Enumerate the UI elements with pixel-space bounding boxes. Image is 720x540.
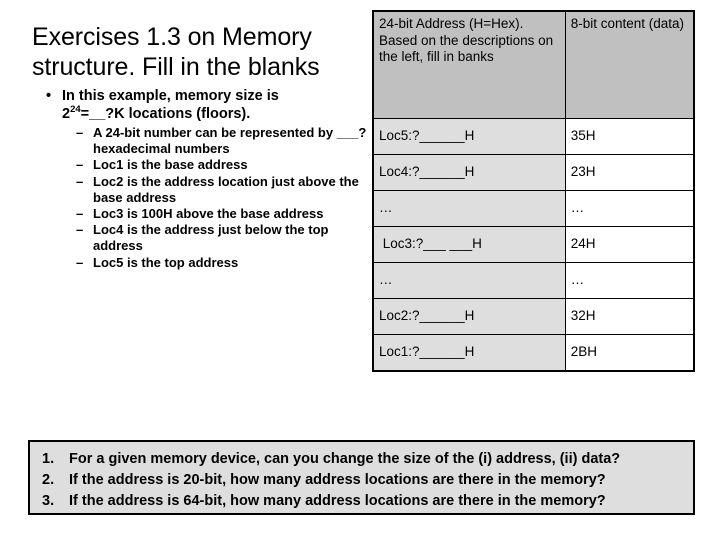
questions-list: 1. For a given memory device, can you ch… [42, 449, 693, 512]
cell-address: Loc2:?______H [372, 298, 566, 335]
list-item: – Loc4 is the address just below the top… [62, 222, 368, 254]
cell-data: … [564, 190, 695, 227]
question-text: If the address is 20-bit, how many addre… [69, 472, 606, 488]
bullet-dash-icon: – [76, 157, 84, 173]
bullet-line-2-base: 2 [62, 105, 71, 122]
list-item: – Loc2 is the address location just abov… [62, 174, 368, 206]
table-row: … … [372, 262, 695, 299]
table-header-row: 24-bit Address (H=Hex). Based on the des… [372, 10, 695, 119]
table-row: … … [372, 190, 695, 227]
cell-address: Loc3:?___ ___H [372, 226, 566, 263]
bullet-dot-icon: • [46, 88, 52, 104]
table-row: Loc5:?______H 35H [372, 118, 695, 155]
page-title: Exercises 1.3 on Memory structure. Fill … [32, 23, 320, 81]
questions-box: 1. For a given memory device, can you ch… [28, 440, 695, 515]
cell-data: 23H [564, 154, 695, 191]
table-row: Loc1:?______H 2BH [372, 334, 695, 372]
cell-address: … [372, 262, 566, 299]
list-item: – Loc1 is the base address [62, 157, 368, 173]
list-item: – Loc5 is the top address [62, 255, 368, 271]
memory-map-table: 24-bit Address (H=Hex). Based on the des… [372, 10, 695, 372]
cell-address: … [372, 190, 566, 227]
sub-bullet-text: Loc4 is the address just below the top a… [93, 222, 329, 254]
cell-address: Loc1:?______H [372, 334, 566, 372]
question-number: 3. [42, 493, 55, 509]
left-content-pane: Exercises 1.3 on Memory structure. Fill … [12, 8, 368, 418]
bullet-line-1: In this example, memory size is [62, 88, 279, 104]
column-header-address: 24-bit Address (H=Hex). Based on the des… [372, 10, 566, 119]
table-row: Loc3:?___ ___H 24H [372, 226, 695, 263]
bullet-line-2-exponent: 24 [70, 103, 81, 115]
cell-data: 2BH [564, 334, 695, 372]
bullet-dash-icon: – [76, 254, 84, 270]
sub-bullet-text: Loc3 is 100H above the base address [93, 206, 324, 222]
column-header-content: 8-bit content (data) [564, 10, 695, 119]
sub-bullet-text: A 24-bit number can be represented by __… [93, 125, 367, 157]
table-row: Loc2:?______H 32H [372, 298, 695, 335]
bullet-dash-icon: – [76, 222, 84, 238]
table-row: Loc4:?______H 23H [372, 154, 695, 191]
cell-data: 35H [564, 118, 695, 155]
sub-bullet-list: – A 24-bit number can be represented by … [62, 125, 368, 271]
main-bullet-list: • In this example, memory size is 224=__… [12, 88, 368, 271]
question-text: For a given memory device, can you chang… [69, 451, 621, 467]
list-item: • In this example, memory size is 224=__… [12, 88, 368, 271]
list-item: – A 24-bit number can be represented by … [62, 125, 368, 157]
sub-bullet-text: Loc1 is the base address [93, 157, 248, 173]
question-number: 2. [42, 472, 55, 488]
question-text: If the address is 64-bit, how many addre… [69, 493, 606, 509]
bullet-dash-icon: – [76, 173, 84, 189]
sub-bullet-text: Loc2 is the address location just above … [93, 173, 359, 205]
list-item: 1. For a given memory device, can you ch… [42, 449, 693, 470]
bullet-dash-icon: – [76, 206, 84, 222]
bullet-line-2-suffix: =__?K locations (floors). [80, 105, 251, 122]
list-item: – Loc3 is 100H above the base address [62, 206, 368, 222]
cell-address: Loc4:?______H [372, 154, 566, 191]
list-item: 3. If the address is 64-bit, how many ad… [42, 491, 693, 512]
cell-data: 32H [564, 298, 695, 335]
question-number: 1. [42, 451, 55, 467]
bullet-dash-icon: – [76, 125, 84, 140]
list-item: 2. If the address is 20-bit, how many ad… [42, 470, 693, 491]
sub-bullet-text: Loc5 is the top address [93, 254, 239, 270]
cell-address: Loc5:?______H [372, 118, 566, 155]
cell-data: 24H [564, 226, 695, 263]
cell-data: … [564, 262, 695, 299]
